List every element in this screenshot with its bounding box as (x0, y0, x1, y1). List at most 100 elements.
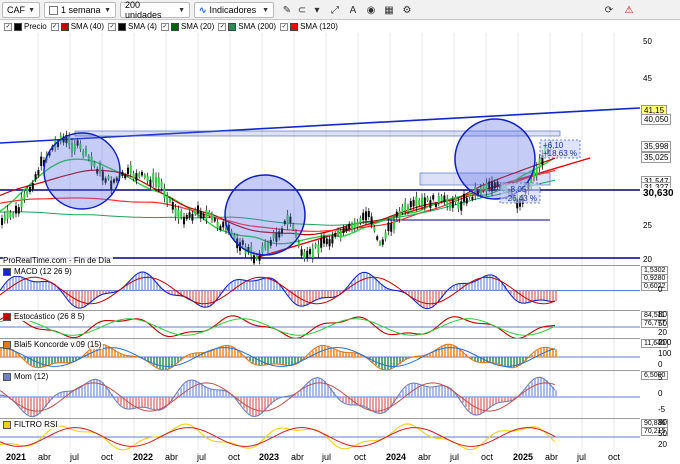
histogram-bar (36, 281, 38, 291)
text-tool-icon[interactable]: A (346, 3, 360, 17)
candle-body (124, 174, 127, 179)
histogram-bar (288, 357, 290, 366)
legend-item[interactable]: ✓ SMA (4) (108, 22, 157, 31)
source-label: ProRealTime.com - Fin de Día (3, 256, 113, 265)
indicator-title[interactable]: MACD (12 26 9) (3, 267, 74, 276)
checkbox-icon[interactable]: ✓ (280, 22, 289, 31)
histogram-bar (261, 279, 263, 291)
histogram-bar (183, 290, 185, 297)
histogram-bar (471, 282, 473, 291)
checkbox-icon[interactable]: ✓ (50, 22, 59, 31)
histogram-bar (423, 385, 425, 397)
histogram-bar (525, 290, 527, 304)
candle-body (418, 200, 421, 205)
histogram-bar (126, 397, 128, 409)
indicators-button[interactable]: ∿ Indicadores ▼ (194, 2, 274, 18)
candle-body (15, 205, 17, 214)
legend-item[interactable]: ✓ SMA (20) (160, 22, 214, 31)
indicator-name: Mom (12) (14, 372, 49, 381)
x-axis-label: jul (577, 452, 587, 462)
tools-icon[interactable]: ▾ (310, 3, 324, 17)
histogram-bar (144, 397, 146, 408)
indicator-title[interactable]: Blai5 Koncorde v.09 (15) (3, 340, 104, 349)
histogram-bar (483, 277, 485, 291)
candle-body (412, 199, 415, 207)
histogram-bar (330, 290, 332, 298)
histogram-bar (210, 351, 212, 357)
histogram-bar (21, 276, 23, 291)
histogram-bar (297, 392, 299, 397)
candle-body (323, 236, 325, 244)
candle-body (169, 198, 171, 202)
histogram-bar (246, 397, 248, 412)
histogram-bar (495, 357, 497, 364)
symbol-selector[interactable]: CAF ▼ (2, 2, 40, 18)
histogram-bar (42, 281, 44, 291)
layout-icon[interactable]: ▦ (382, 3, 396, 17)
histogram-bar (189, 290, 191, 299)
candle-body (365, 211, 367, 221)
histogram-bar (27, 279, 29, 291)
x-axis-label: oct (481, 452, 494, 462)
histogram-bar (201, 384, 203, 397)
histogram-bar (228, 345, 230, 357)
histogram-bar (549, 347, 551, 357)
units-selector[interactable]: 200 unidades ▼ (120, 0, 190, 20)
histogram-bar (441, 385, 443, 397)
checkbox-icon[interactable]: ✓ (4, 22, 12, 31)
histogram-bar (69, 357, 71, 363)
palette-icon[interactable]: ◉ (364, 3, 378, 17)
histogram-bar (318, 377, 320, 397)
refresh-icon[interactable]: ⟳ (602, 3, 616, 17)
histogram-bar (84, 290, 86, 307)
histogram-bar (450, 344, 452, 357)
alert-icon[interactable]: ⚠ (622, 3, 636, 17)
histogram-bar (510, 290, 512, 294)
color-swatch (3, 340, 11, 349)
histogram-bar (357, 275, 359, 291)
legend-item[interactable]: ✓ SMA (40) (50, 22, 105, 31)
legend-label: SMA (40) (70, 22, 105, 31)
legend-item[interactable]: ✓ Precio (4, 22, 47, 31)
indicator-title[interactable]: Mom (12) (3, 372, 51, 381)
price-axis-label: 25 (643, 221, 652, 230)
color-swatch (14, 22, 22, 31)
histogram-bar (54, 357, 56, 364)
candle-body (373, 227, 376, 231)
histogram-bar (453, 345, 455, 357)
histogram-bar (468, 283, 470, 291)
candle-body (211, 214, 213, 221)
histogram-bar (285, 357, 287, 366)
candle-body (202, 213, 205, 219)
histogram-bar (192, 290, 194, 301)
checkbox-icon[interactable]: ✓ (218, 22, 227, 31)
indicator-title[interactable]: FILTRO RSI (3, 420, 60, 429)
histogram-bar (246, 280, 248, 291)
draw-tool-icon[interactable]: ✎ (280, 3, 294, 17)
histogram-bar (492, 357, 494, 363)
candle-body (395, 211, 398, 217)
checkbox-icon[interactable]: ✓ (108, 22, 117, 31)
histogram-bar (168, 357, 170, 370)
legend-label: SMA (4) (128, 22, 157, 31)
period-selector[interactable]: 1 semana ▼ (44, 2, 116, 18)
magnet-icon[interactable]: ⊂ (295, 3, 309, 17)
histogram-bar (477, 357, 479, 362)
histogram-bar (408, 290, 410, 295)
legend-item[interactable]: ✓ SMA (120) (280, 22, 338, 31)
legend-item[interactable]: ✓ SMA (200) (218, 22, 276, 31)
checkbox-icon[interactable]: ✓ (160, 22, 169, 31)
settings-icon[interactable]: ⚙ (400, 3, 414, 17)
histogram-bar (477, 397, 479, 416)
histogram-bar (435, 350, 437, 357)
candle-body (185, 214, 188, 220)
histogram-bar (279, 357, 281, 365)
candle-body (331, 235, 334, 244)
histogram-bar (156, 357, 158, 368)
legend-label: SMA (120) (300, 22, 338, 31)
cursor-icon[interactable]: ⤢ (328, 3, 342, 17)
price-axis-label: 50 (643, 37, 652, 46)
indicator-title[interactable]: Estocástico (26 8 5) (3, 312, 87, 321)
stochastic-panel-axis: 84,511 76,777 80 50 20 (640, 310, 680, 338)
histogram-bar (33, 281, 35, 291)
